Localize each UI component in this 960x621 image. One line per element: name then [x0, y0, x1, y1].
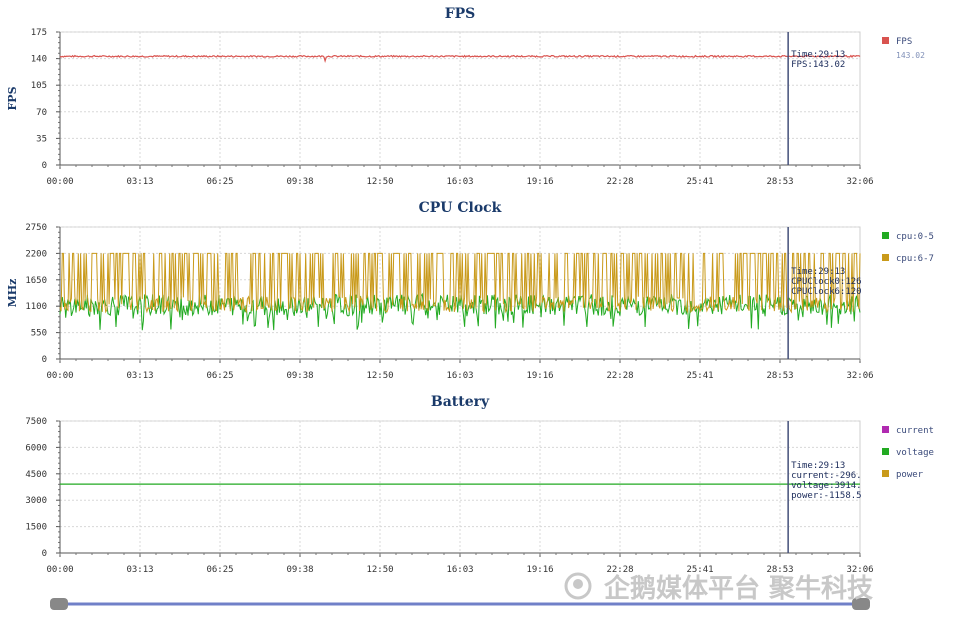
x-tick-label: 12:50 [366, 371, 393, 381]
x-tick-label: 03:13 [126, 177, 153, 187]
slider-handle-left[interactable] [50, 598, 68, 610]
chart-cpu: CPU Clock MHz 2750 2200 1650 1100 550 0 00:00 03:… [6, 200, 934, 381]
x-tick-label: 32:06 [846, 177, 873, 187]
y-tick-label: 1650 [25, 276, 47, 286]
watermark-text: 企鹅媒体平台 聚牛科技 [604, 573, 873, 604]
x-tick-label: 16:03 [446, 177, 473, 187]
y-tick-label: 4500 [25, 470, 47, 480]
y-tick-label: 175 [31, 28, 47, 38]
x-tick-label: 16:03 [446, 565, 473, 575]
legend-label[interactable]: voltage [896, 448, 934, 458]
x-tick-label: 25:41 [686, 371, 713, 381]
y-tick-label: 0 [42, 355, 47, 365]
chart-title-battery: Battery [431, 394, 490, 410]
y-tick-label: 70 [36, 108, 47, 118]
chart-battery: Battery 7500 6000 4500 3000 1500 0 00:00 03:13 06… [25, 394, 934, 575]
chart-title-cpu: CPU Clock [419, 200, 502, 216]
y-tick-label: 550 [31, 329, 47, 339]
x-tick-label: 00:00 [46, 177, 73, 187]
watermark: 企鹅媒体平台 聚牛科技 [564, 572, 873, 604]
y-axis-label-cpu: MHz [6, 279, 19, 308]
x-tick-label: 16:03 [446, 371, 473, 381]
y-tick-label: 2750 [25, 223, 47, 233]
cursor-readout: CPUClock0:126 [791, 277, 861, 287]
x-tick-label: 03:13 [126, 371, 153, 381]
legend-label[interactable]: FPS [896, 37, 912, 47]
y-tick-label: 2200 [25, 249, 47, 259]
y-tick-label: 0 [42, 161, 47, 171]
x-tick-label: 22:28 [606, 177, 633, 187]
x-tick-label: 09:38 [286, 371, 313, 381]
y-tick-label: 7500 [25, 417, 47, 427]
x-tick-label: 00:00 [46, 371, 73, 381]
x-tick-label: 19:16 [526, 371, 553, 381]
cursor-readout: Time:29:13 [791, 50, 845, 60]
legend-label[interactable]: current [896, 426, 934, 436]
performance-dashboard: FPS FPS 175 140 105 70 35 0 00:00 03:13 06:25 09:38… [6, 6, 934, 610]
x-tick-label: 06:25 [206, 565, 233, 575]
y-tick-label: 1100 [25, 302, 47, 312]
y-axis-label-fps: FPS [6, 86, 19, 110]
y-tick-label: 140 [31, 55, 47, 65]
x-tick-label: 22:28 [606, 371, 633, 381]
legend-swatch[interactable] [882, 254, 889, 261]
x-tick-label: 03:13 [126, 565, 153, 575]
chart-title-fps: FPS [445, 6, 476, 22]
legend-swatch[interactable] [882, 426, 889, 433]
x-tick-label: 09:38 [286, 565, 313, 575]
x-tick-label: 06:25 [206, 177, 233, 187]
cursor-readout: current:-296. [791, 471, 861, 481]
x-tick-label: 12:50 [366, 177, 393, 187]
x-tick-label: 25:41 [686, 177, 713, 187]
y-tick-label: 0 [42, 549, 47, 559]
watermark-logo-icon [564, 572, 592, 600]
x-tick-label: 19:16 [526, 177, 553, 187]
x-tick-label: 19:16 [526, 565, 553, 575]
x-tick-label: 09:38 [286, 177, 313, 187]
cursor-readout: FPS:143.02 [791, 60, 845, 70]
x-tick-label: 00:00 [46, 565, 73, 575]
y-tick-label: 35 [36, 134, 47, 144]
x-tick-label: 28:53 [766, 371, 793, 381]
cursor-readout: power:-1158.5 [791, 491, 861, 501]
legend-label[interactable]: power [896, 470, 924, 480]
cursor-readout: voltage:3914. [791, 481, 861, 491]
legend-swatch[interactable] [882, 232, 889, 239]
chart-fps: FPS FPS 175 140 105 70 35 0 00:00 03:13 06:25 09:38… [6, 6, 925, 187]
y-tick-label: 3000 [25, 496, 47, 506]
y-tick-label: 1500 [25, 523, 47, 533]
cursor-readout: CPUClock6:120 [791, 287, 861, 297]
x-tick-label: 28:53 [766, 177, 793, 187]
x-tick-label: 12:50 [366, 565, 393, 575]
y-tick-label: 105 [31, 81, 47, 91]
legend-swatch[interactable] [882, 470, 889, 477]
legend-label[interactable]: cpu:6-7 [896, 254, 934, 264]
legend-swatch[interactable] [882, 37, 889, 44]
cursor-readout: Time:29:13 [791, 267, 845, 277]
x-tick-label: 06:25 [206, 371, 233, 381]
legend-label[interactable]: cpu:0-5 [896, 232, 934, 242]
x-tick-label: 32:06 [846, 371, 873, 381]
legend-swatch[interactable] [882, 448, 889, 455]
y-tick-label: 6000 [25, 443, 47, 453]
cursor-readout: Time:29:13 [791, 461, 845, 471]
legend-value: 143.02 [896, 51, 925, 60]
